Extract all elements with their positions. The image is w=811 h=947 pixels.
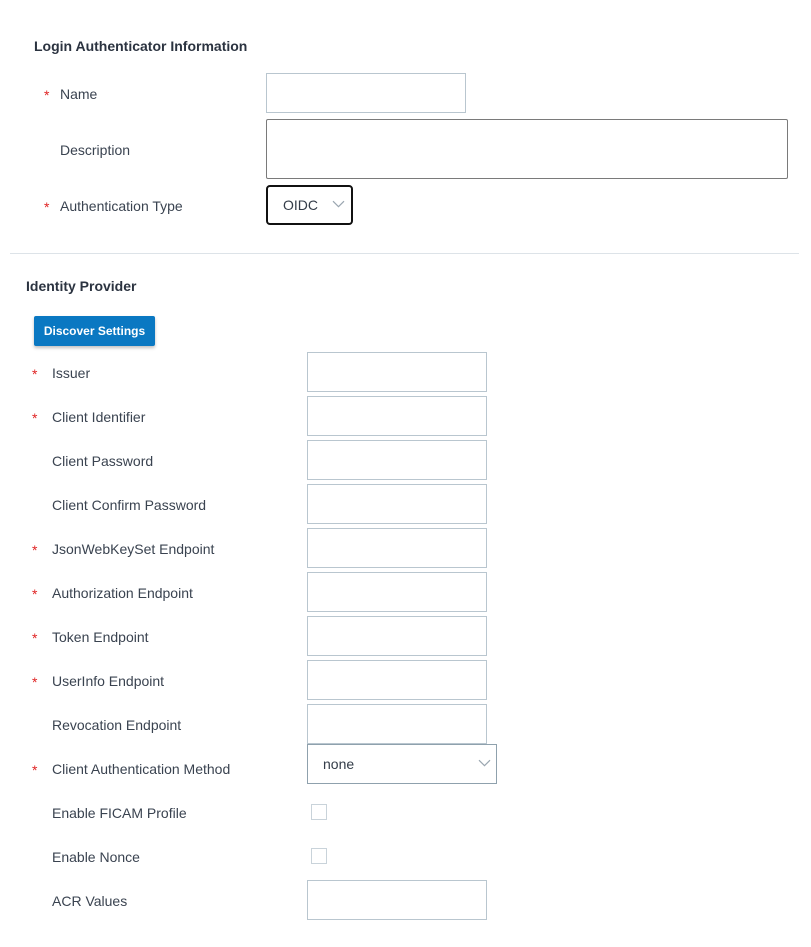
- chevron-down-icon: [478, 759, 491, 767]
- enable-ficam-profile-label: Enable FICAM Profile: [52, 805, 187, 821]
- name-label: Name: [60, 86, 98, 102]
- required-marker: *: [32, 762, 38, 778]
- acr-values-label: ACR Values: [52, 893, 128, 909]
- auth-type-select[interactable]: OIDC: [266, 185, 353, 225]
- jsonwebkeyset-endpoint-label: JsonWebKeySet Endpoint: [52, 541, 215, 557]
- required-marker: *: [32, 542, 38, 558]
- client-identifier-label: Client Identifier: [52, 409, 146, 425]
- revocation-endpoint-input[interactable]: [307, 704, 487, 744]
- issuer-label: Issuer: [52, 365, 91, 381]
- acr-values-input[interactable]: [307, 880, 487, 920]
- token-endpoint-input[interactable]: [307, 616, 487, 656]
- enable-nonce-checkbox[interactable]: [311, 848, 327, 864]
- name-input[interactable]: [266, 73, 466, 113]
- client-confirm-password-label: Client Confirm Password: [52, 497, 207, 513]
- enable-nonce-label: Enable Nonce: [52, 849, 140, 865]
- required-marker: *: [32, 366, 38, 382]
- revocation-endpoint-label: Revocation Endpoint: [52, 717, 182, 733]
- client-password-label: Client Password: [52, 453, 154, 469]
- login-section-title: Login Authenticator Information: [34, 38, 248, 54]
- client-authentication-method-label: Client Authentication Method: [52, 761, 231, 777]
- identity-provider-title: Identity Provider: [26, 278, 137, 294]
- required-marker: *: [32, 410, 38, 426]
- description-label: Description: [60, 142, 131, 158]
- enable-ficam-profile-checkbox[interactable]: [311, 804, 327, 820]
- auth-type-label: Authentication Type: [60, 198, 183, 214]
- authorization-endpoint-label: Authorization Endpoint: [52, 585, 193, 601]
- auth-type-value: OIDC: [283, 197, 318, 213]
- jsonwebkeyset-endpoint-input[interactable]: [307, 528, 487, 568]
- token-endpoint-label: Token Endpoint: [52, 629, 149, 645]
- userinfo-endpoint-input[interactable]: [307, 660, 487, 700]
- chevron-down-icon: [332, 200, 345, 208]
- client-confirm-password-input[interactable]: [307, 484, 487, 524]
- required-marker: *: [32, 674, 38, 690]
- client-password-input[interactable]: [307, 440, 487, 480]
- section-divider: [10, 253, 799, 254]
- issuer-input[interactable]: [307, 352, 487, 392]
- required-marker: *: [32, 630, 38, 646]
- client-authentication-method-select[interactable]: none: [307, 744, 497, 784]
- description-textarea[interactable]: [266, 119, 788, 179]
- discover-settings-button[interactable]: Discover Settings: [34, 316, 155, 346]
- required-marker: *: [32, 586, 38, 602]
- required-marker: *: [44, 87, 50, 103]
- client-authentication-method-value: none: [323, 756, 355, 772]
- authorization-endpoint-input[interactable]: [307, 572, 487, 612]
- required-marker: *: [44, 199, 50, 215]
- userinfo-endpoint-label: UserInfo Endpoint: [52, 673, 165, 689]
- client-identifier-input[interactable]: [307, 396, 487, 436]
